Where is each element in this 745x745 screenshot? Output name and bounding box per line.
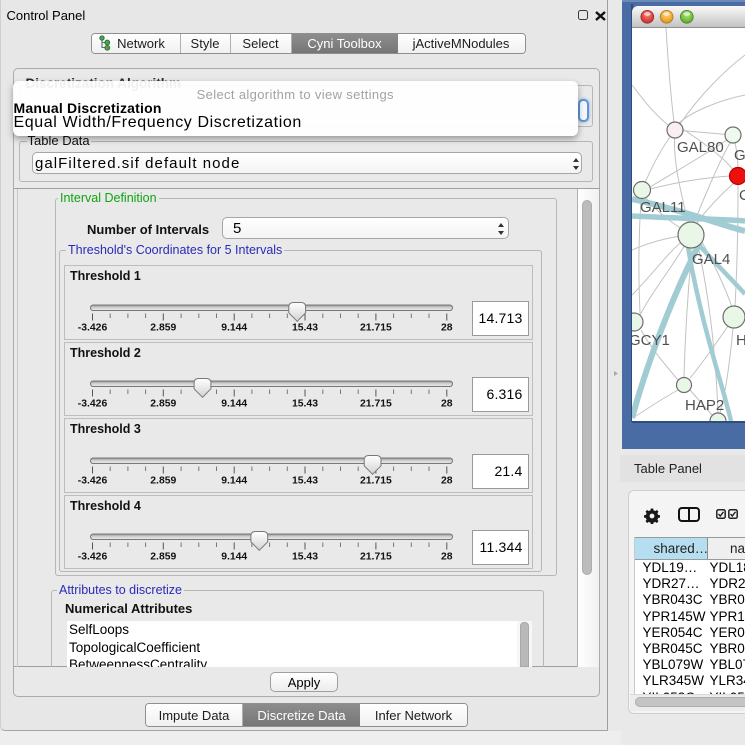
- svg-text:2.859: 2.859: [150, 552, 176, 563]
- svg-text:15.43: 15.43: [291, 399, 317, 410]
- svg-text:21.715: 21.715: [360, 475, 392, 486]
- svg-text:-3.426: -3.426: [77, 552, 107, 563]
- svg-text:HA: HA: [736, 332, 745, 349]
- svg-text:GAL11: GAL11: [640, 199, 686, 216]
- svg-text:2.859: 2.859: [150, 322, 176, 333]
- svg-text:9.144: 9.144: [221, 552, 247, 563]
- svg-text:9.144: 9.144: [221, 322, 247, 333]
- svg-text:-3.426: -3.426: [77, 322, 107, 333]
- svg-text:15.43: 15.43: [291, 552, 317, 563]
- svg-text:28: 28: [441, 322, 453, 333]
- svg-text:GCY1: GCY1: [632, 332, 670, 349]
- svg-text:9.144: 9.144: [221, 399, 247, 410]
- svg-text:CY: CY: [739, 187, 745, 204]
- svg-text:21.715: 21.715: [360, 322, 392, 333]
- svg-text:GAL80: GAL80: [677, 139, 724, 156]
- svg-text:15.43: 15.43: [291, 322, 317, 333]
- svg-text:GAL4: GAL4: [692, 251, 730, 268]
- svg-text:2.859: 2.859: [150, 399, 176, 410]
- svg-text:28: 28: [441, 399, 453, 410]
- svg-text:21.715: 21.715: [360, 399, 392, 410]
- svg-text:-3.426: -3.426: [77, 399, 107, 410]
- svg-text:15.43: 15.43: [291, 475, 317, 486]
- svg-text:2.859: 2.859: [150, 475, 176, 486]
- svg-text:28: 28: [441, 552, 453, 563]
- svg-text:21.715: 21.715: [360, 552, 392, 563]
- svg-text:28: 28: [441, 475, 453, 486]
- svg-text:GA: GA: [734, 147, 745, 164]
- svg-text:HAP2: HAP2: [685, 397, 724, 414]
- svg-text:9.144: 9.144: [221, 475, 247, 486]
- svg-text:-3.426: -3.426: [77, 475, 107, 486]
